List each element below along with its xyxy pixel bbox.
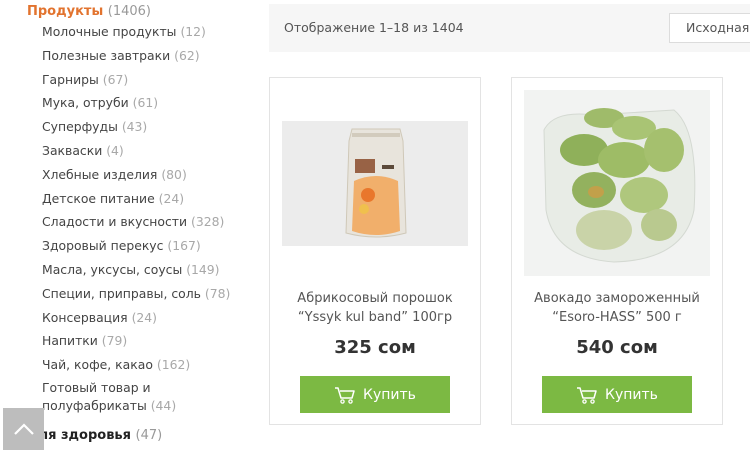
subcategory-item[interactable]: Сладости и вкусности (328) <box>42 212 242 236</box>
subcategory-label: Закваски <box>42 142 103 158</box>
product-image[interactable] <box>282 121 468 246</box>
subcategory-label: Молочные продукты <box>42 24 177 39</box>
subcategory-count: (43) <box>121 119 148 135</box>
subcategory-label: Гарниры <box>42 71 99 87</box>
subcategory-item[interactable]: Консервация (24) <box>42 308 242 332</box>
product-image[interactable] <box>524 90 710 276</box>
subcategory-item[interactable]: Молочные продукты (12) <box>42 22 242 46</box>
scroll-to-top-button[interactable] <box>3 408 44 450</box>
subcategory-count: (78) <box>204 285 231 301</box>
subcategory-count: (67) <box>102 71 129 87</box>
product-name[interactable]: Абрикосовый порошок “Yssyk kul band” 100… <box>276 289 474 327</box>
subcategory-item[interactable]: Здоровый перекус (167) <box>42 236 242 260</box>
subcategory-count: (328) <box>190 214 225 230</box>
subcategory-label: Суперфуды <box>42 119 118 135</box>
category-count: (47) <box>135 428 163 443</box>
buy-button[interactable]: Купить <box>542 376 692 413</box>
subcategory-item[interactable]: Хлебные изделия (80) <box>42 165 242 189</box>
subcategory-label: Масла, уксусы, соусы <box>42 261 183 277</box>
subcategory-label: Консервация <box>42 309 128 325</box>
category-sidebar: Продукты (1406) Молочные продукты (12) П… <box>0 0 245 450</box>
subcategory-label: Мука, отруби <box>42 95 129 111</box>
subcategory-count: (4) <box>106 142 124 158</box>
subcategory-count: (44) <box>150 397 177 413</box>
subcategory-item[interactable]: Суперфуды (43) <box>42 117 242 141</box>
buy-button-label: Купить <box>363 386 416 403</box>
subcategory-item[interactable]: Готовый товар и полуфабрикаты (44) <box>42 379 242 415</box>
buy-button-label: Купить <box>605 386 658 403</box>
subcategory-item[interactable]: Специи, приправы, соль (78) <box>42 284 242 308</box>
subcategory-item[interactable]: Закваски (4) <box>42 141 242 165</box>
subcategory-label: Готовый товар и полуфабрикаты <box>42 379 151 413</box>
subcategory-item[interactable]: Чай, кофе, какао (162) <box>42 355 242 379</box>
subcategory-item[interactable]: Гарниры (67) <box>42 70 242 94</box>
subcategory-item[interactable]: Детское питание (24) <box>42 189 242 213</box>
subcategory-item[interactable]: Напитки (79) <box>42 331 242 355</box>
subcategory-count: (162) <box>156 357 191 373</box>
cart-icon <box>577 386 597 404</box>
subcategory-count: (80) <box>161 166 187 182</box>
category-products[interactable]: Продукты (1406) <box>27 4 151 19</box>
product-price: 325 сом <box>334 337 416 358</box>
subcategory-label: Чай, кофе, какао <box>42 357 153 373</box>
product-name[interactable]: Авокадо замороженный “Esoro-HASS” 500 г <box>518 289 716 327</box>
subcategory-count: (24) <box>158 190 185 206</box>
subcategory-count: (167) <box>167 238 201 254</box>
shop-toolbar: Отображение 1–18 из 1404 Исходная <box>269 4 750 52</box>
category-count: (1406) <box>107 4 151 19</box>
subcategory-item[interactable]: Масла, уксусы, соусы (149) <box>42 260 242 284</box>
subcategory-count: (62) <box>174 47 200 63</box>
category-health[interactable]: Для здоровья (47) <box>27 428 162 443</box>
buy-button[interactable]: Купить <box>300 376 450 413</box>
product-card[interactable]: Авокадо замороженный “Esoro-HASS” 500 г … <box>511 77 723 425</box>
subcategory-label: Сладости и вкусности <box>42 214 188 230</box>
subcategory-count: (24) <box>131 309 158 325</box>
subcategory-label: Детское питание <box>42 190 155 206</box>
subcategory-count: (61) <box>132 95 159 111</box>
chevron-up-icon <box>13 423 34 435</box>
result-count: Отображение 1–18 из 1404 <box>284 20 464 35</box>
product-price: 540 сом <box>576 337 658 358</box>
cart-icon <box>335 386 355 404</box>
subcategory-label: Хлебные изделия <box>42 166 158 182</box>
subcategory-label: Специи, приправы, соль <box>42 285 201 301</box>
subcategory-item[interactable]: Мука, отруби (61) <box>42 93 242 117</box>
subcategory-count: (12) <box>180 24 206 39</box>
subcategory-label: Полезные завтраки <box>42 47 171 63</box>
subcategory-count: (79) <box>101 333 128 349</box>
subcategory-label: Здоровый перекус <box>42 238 164 254</box>
sort-select[interactable]: Исходная <box>669 13 750 43</box>
subcategory-count: (149) <box>186 261 220 277</box>
subcategory-label: Напитки <box>42 333 98 349</box>
subcategory-list: Молочные продукты (12) Полезные завтраки… <box>42 22 242 415</box>
category-label: Продукты <box>27 4 104 19</box>
subcategory-item[interactable]: Полезные завтраки (62) <box>42 46 242 70</box>
product-card[interactable]: Абрикосовый порошок “Yssyk kul band” 100… <box>269 77 481 425</box>
